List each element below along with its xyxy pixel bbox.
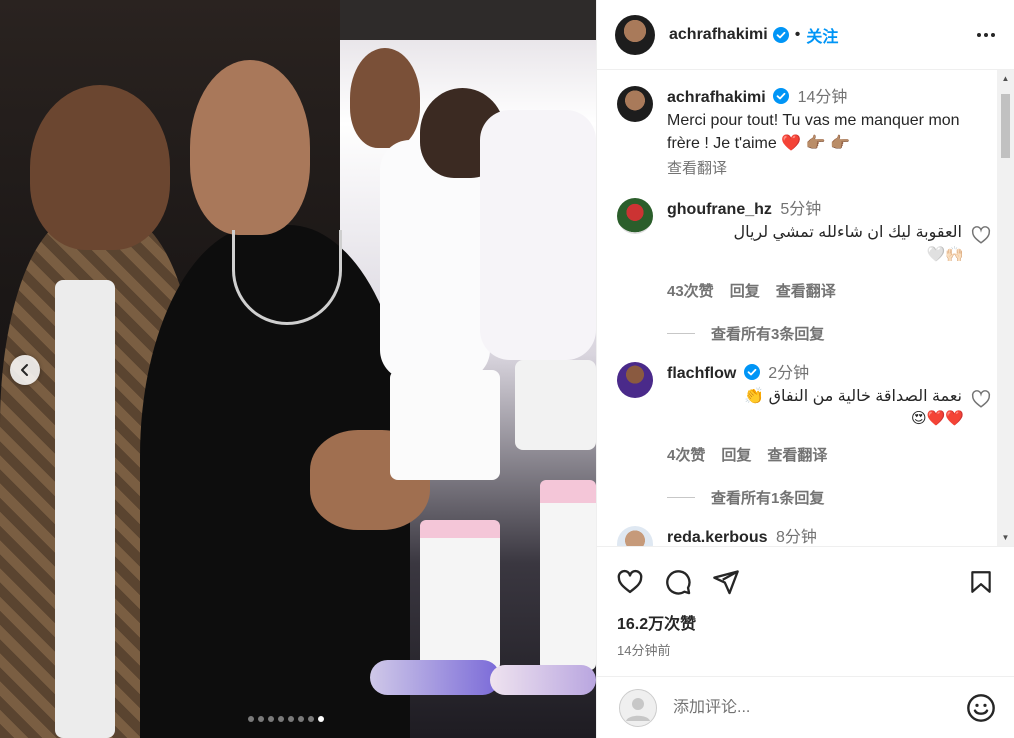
owner-avatar[interactable] <box>615 14 655 55</box>
comment-icon <box>666 569 691 595</box>
view-replies-label[interactable]: 查看所有3条回复 <box>711 323 824 344</box>
post-timestamp[interactable]: 14分钟前 <box>597 640 1014 659</box>
verified-badge-icon <box>743 364 760 380</box>
replies-divider <box>667 497 695 498</box>
player-one-shorts <box>390 370 500 480</box>
photo-stadium-top <box>340 0 596 40</box>
carousel-dot <box>298 716 304 722</box>
comment-time[interactable]: 5分钟 <box>780 201 821 218</box>
comment-text: Merci pour tout! Tu vas me manquer mon f… <box>667 112 960 152</box>
viewer-avatar <box>619 688 657 727</box>
comment-text: العقوبة ليك ان شاءلله تمشي لريال <box>733 224 962 241</box>
carousel-dot <box>258 716 264 722</box>
comment-item: flachflow 2分钟 نعمة الصداقة خالية من النف… <box>617 362 991 465</box>
person-center-head <box>190 60 310 235</box>
verified-badge-icon <box>773 88 790 104</box>
comment-time[interactable]: 8分钟 <box>776 529 817 546</box>
comments-list[interactable]: achrafhakimi 14分钟 Merci pour tout! Tu va… <box>597 70 1014 546</box>
person-left-shirt <box>55 280 115 738</box>
player-two-boots <box>490 665 596 695</box>
comment-username[interactable]: flachflow <box>667 365 736 382</box>
carousel-dot <box>278 716 284 722</box>
caption-comment: achrafhakimi 14分钟 Merci pour tout! Tu va… <box>617 86 984 178</box>
header-separator: • <box>794 25 801 43</box>
comment-username[interactable]: reda.kerbous <box>667 529 767 546</box>
likes-count[interactable]: 16.2万次赞 <box>597 610 1014 634</box>
carousel-dot <box>248 716 254 722</box>
comment-input[interactable] <box>673 698 965 717</box>
see-translation-link[interactable]: 查看翻译 <box>667 157 984 178</box>
comment-item: reda.kerbous 8分钟 <box>617 526 984 546</box>
player-two-jersey <box>480 110 596 360</box>
save-button[interactable] <box>966 567 996 597</box>
player-two-socks <box>540 480 596 670</box>
more-icon <box>977 32 995 37</box>
follow-button[interactable]: 关注 <box>806 23 838 47</box>
comment-meta: 43次赞 回复 查看翻译 <box>667 280 984 301</box>
view-replies-label[interactable]: 查看所有1条回复 <box>711 487 824 508</box>
default-avatar-icon <box>620 689 656 726</box>
comment-avatar[interactable] <box>617 86 653 122</box>
comment-item: ghoufrane_hz 5分钟 العقوبة ليك ان شاءلله ت… <box>617 198 991 301</box>
like-button[interactable] <box>615 567 645 597</box>
more-options-button[interactable] <box>974 23 998 47</box>
chevron-left-icon <box>21 364 28 376</box>
view-replies-button[interactable]: 查看所有1条回复 <box>667 487 984 508</box>
bookmark-icon <box>971 570 991 593</box>
post-actions <box>597 546 1014 616</box>
share-button[interactable] <box>711 567 741 597</box>
comment-time[interactable]: 2分钟 <box>768 365 809 382</box>
post-header: achrafhakimi • 关注 <box>597 0 1014 70</box>
view-replies-button[interactable]: 查看所有3条回复 <box>667 323 984 344</box>
comment-button[interactable] <box>663 567 693 597</box>
comment-composer <box>597 676 1014 738</box>
comment-username[interactable]: achrafhakimi <box>667 89 766 106</box>
comment-emoji-line: 😍❤️❤️ <box>911 410 964 427</box>
comment-avatar[interactable] <box>617 198 653 234</box>
carousel-dot <box>318 716 324 722</box>
send-icon <box>713 569 739 594</box>
comment-emoji-line: 🤍🙌🏻 <box>926 246 964 263</box>
comment-avatar[interactable] <box>617 526 653 546</box>
comment-meta: 4次赞 回复 查看翻译 <box>667 444 984 465</box>
comment-text: نعمة الصداقة خالية من النفاق 👏 <box>744 388 962 405</box>
comment-like-heart-icon[interactable] <box>970 224 992 246</box>
comment-like-heart-icon[interactable] <box>970 388 992 410</box>
reply-button[interactable]: 回复 <box>721 444 751 465</box>
carousel-indicator <box>248 716 324 722</box>
carousel-prev-button[interactable] <box>10 355 40 385</box>
carousel-dot <box>308 716 314 722</box>
comment-avatar[interactable] <box>617 362 653 398</box>
carousel-dot <box>288 716 294 722</box>
person-left-head <box>30 85 170 250</box>
player-one-socks <box>420 520 500 670</box>
owner-username[interactable]: achrafhakimi <box>669 26 768 44</box>
player-one-boots <box>370 660 500 695</box>
comment-likes-count[interactable]: 43次赞 <box>667 280 714 301</box>
comment-username[interactable]: ghoufrane_hz <box>667 201 772 218</box>
replies-divider <box>667 333 695 334</box>
comment-likes-count[interactable]: 4次赞 <box>667 444 705 465</box>
heart-icon <box>617 569 643 593</box>
carousel-dot <box>268 716 274 722</box>
player-one-head <box>350 48 420 148</box>
emoji-icon[interactable] <box>965 692 997 724</box>
player-two-shorts <box>515 360 596 450</box>
post-media[interactable] <box>0 0 596 738</box>
reply-button[interactable]: 回复 <box>730 280 760 301</box>
instagram-post-modal: achrafhakimi • 关注 ▲ ▼ achrafhakimi 14分钟 … <box>0 0 1014 738</box>
comment-time[interactable]: 14分钟 <box>798 89 848 106</box>
see-translation-link[interactable]: 查看翻译 <box>767 444 827 465</box>
post-sidebar: achrafhakimi • 关注 ▲ ▼ achrafhakimi 14分钟 … <box>596 0 1014 738</box>
verified-badge-icon <box>772 26 789 43</box>
see-translation-link[interactable]: 查看翻译 <box>776 280 836 301</box>
